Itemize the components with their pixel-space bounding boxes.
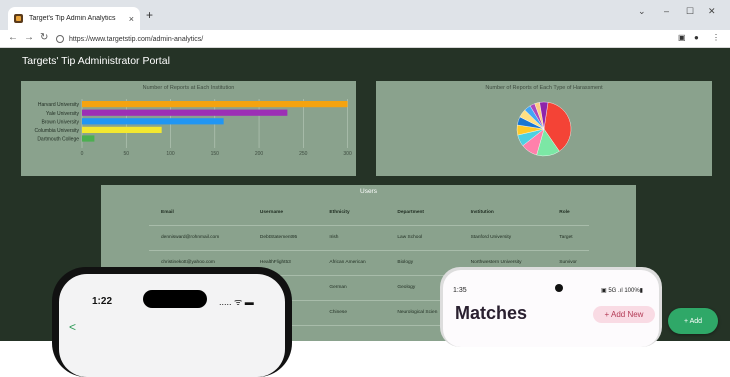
institution-bar-chart-card: Number of Reports at Each Institution 05… [21,81,356,176]
bar [82,101,348,108]
iphone-screen: 1:22 ..... ᯤ ▬ < [59,274,285,377]
column-header: Username [247,201,318,226]
tab-close-icon[interactable]: × [129,14,134,24]
browser-tab[interactable]: Target's Tip Admin Analytics × [8,7,140,30]
profile-icon[interactable]: ● [694,33,699,42]
y-category-label: Yale University [46,111,79,117]
iphone-mockup: 1:22 ..... ᯤ ▬ < [52,267,292,377]
tab-search-chevron-icon[interactable]: ⌄ [638,6,646,17]
table-cell: Chinese [317,300,386,326]
table-cell: African American [317,250,386,276]
y-category-label: Columbia University [35,128,80,134]
url-field[interactable]: https://www.targetstip.com/admin-analyti… [56,32,666,46]
bar [82,135,95,142]
menu-kebab-icon[interactable]: ⋮ [712,33,720,42]
table-cell: German [317,275,386,301]
x-tick-label: 50 [123,151,129,157]
android-status-icons: ▣ 5G .ıl 100%▮ [601,288,643,294]
column-header: Ethnicity [317,201,386,226]
column-header: Role [547,201,589,226]
x-tick-label: 250 [299,151,308,157]
x-tick-label: 0 [81,151,84,157]
back-chevron-icon[interactable]: < [69,320,76,334]
matches-heading: Matches [455,303,528,323]
table-row[interactable]: dennisward@rohnmail.com DebtStatement95 Ir… [149,225,589,251]
x-tick-label: 150 [211,151,220,157]
bar [82,109,288,116]
iphone-time: 1:22 [92,296,113,307]
add-new-button[interactable]: + Add New [593,306,655,323]
table-cell: DebtStatement95 [247,225,318,251]
address-bar: ← → ↻ https://www.targetstip.com/admin-a… [0,30,730,48]
android-screen: 1:35 ▣ 5G .ıl 100%▮ Matches + Add New [443,270,659,347]
android-mockup: 1:35 ▣ 5G .ıl 100%▮ Matches + Add New [440,267,662,347]
pie-chart-svg [516,101,572,157]
y-category-label: Harvard University [38,102,80,108]
y-category-label: Brown University [41,119,79,125]
harassment-pie-chart-card: Number of Reports of Each Type of Harass… [376,81,712,176]
browser-tab-bar: Target's Tip Admin Analytics × + ⌄ – ☐ ✕ [0,0,730,30]
users-title: Users [360,188,377,195]
sidepanel-icon[interactable]: ▣ [678,33,686,42]
table-cell: dennisward@rohnmail.com [149,225,248,251]
x-tick-label: 300 [343,151,352,157]
page-title: Targets' Tip Administrator Portal [22,55,170,67]
tab-title: Target's Tip Admin Analytics [29,15,116,22]
site-favicon-icon [14,14,23,23]
table-cell: Stanford University [458,225,548,251]
y-category-label: Dartmouth College [37,137,79,143]
back-arrow-icon[interactable]: ← [8,32,18,43]
reload-icon[interactable]: ↻ [40,32,48,43]
x-tick-label: 100 [166,151,175,157]
bar [82,126,162,133]
add-fab-button[interactable]: + Add [668,308,718,334]
table-cell: Irish [317,225,386,251]
iphone-status-icons: ..... ᯤ ▬ [219,297,254,307]
bar-chart-svg: 0 50 100 150 200 250 300 Harvard University Yale… [35,99,352,157]
maximize-button[interactable]: ☐ [686,6,694,17]
new-tab-button[interactable]: + [146,8,153,22]
bar [82,118,224,125]
camera-cutout [555,284,563,292]
column-header: Institution [458,201,548,226]
x-tick-label: 200 [255,151,264,157]
table-cell: Law School [385,225,459,251]
dynamic-island [143,290,207,308]
table-cell: Target [547,225,589,251]
minimize-button[interactable]: – [664,6,669,16]
column-header: Department [385,201,459,226]
site-info-icon[interactable] [56,35,64,43]
url-text: https://www.targetstip.com/admin-analyti… [69,35,204,43]
close-window-button[interactable]: ✕ [708,6,716,17]
android-time: 1:35 [453,287,467,294]
column-header: Email [149,201,248,226]
forward-arrow-icon[interactable]: → [24,32,34,43]
